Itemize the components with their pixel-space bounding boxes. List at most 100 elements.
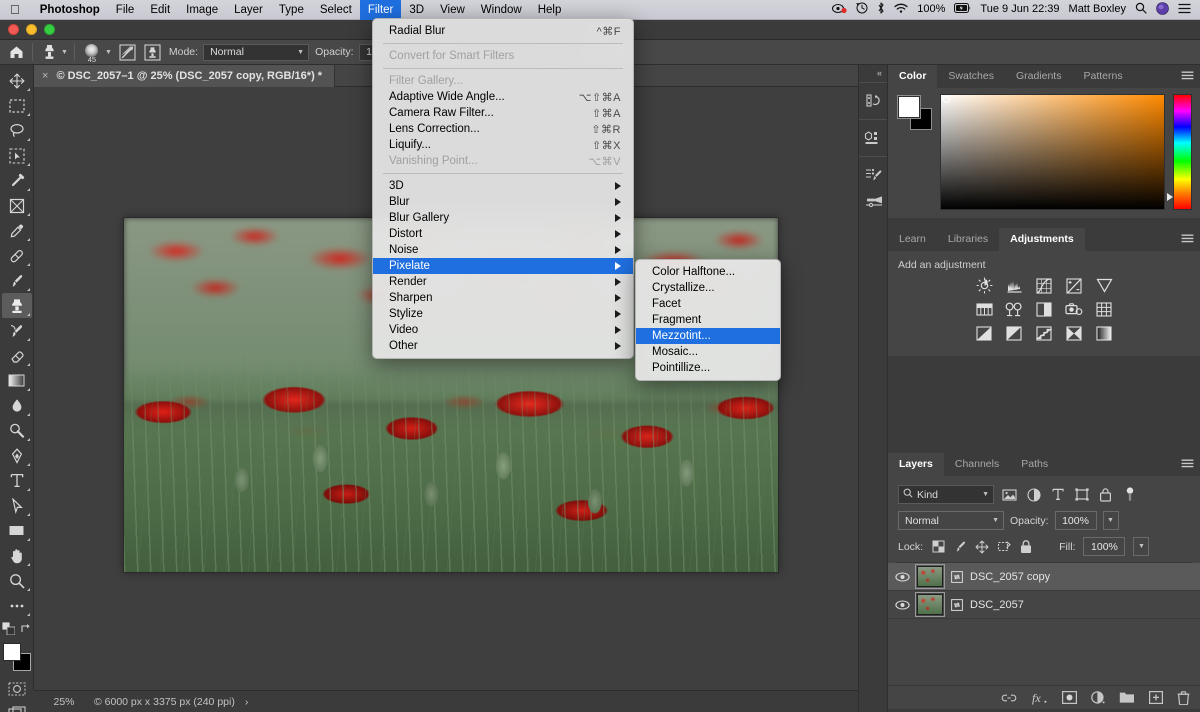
menu-item-video[interactable]: Video bbox=[373, 322, 633, 338]
menu-view[interactable]: View bbox=[432, 0, 473, 20]
type-tool[interactable] bbox=[2, 468, 32, 493]
collapse-panels-icon[interactable]: « bbox=[859, 65, 887, 82]
layer-styles-fx-icon[interactable]: fx bbox=[1031, 691, 1048, 705]
adjustment-filter-icon[interactable] bbox=[1025, 486, 1042, 503]
spot-healing-brush-tool[interactable] bbox=[2, 243, 32, 268]
layer-fill-field[interactable]: 100% bbox=[1083, 537, 1126, 556]
hue-saturation-icon[interactable] bbox=[975, 301, 994, 318]
tab-adjustments[interactable]: Adjustments bbox=[999, 228, 1085, 251]
submenu-item-mosaic[interactable]: Mosaic... bbox=[636, 344, 780, 360]
tab-learn[interactable]: Learn bbox=[888, 228, 937, 251]
hue-slider[interactable] bbox=[1167, 94, 1192, 210]
tab-swatches[interactable]: Swatches bbox=[937, 65, 1005, 88]
menu-item-other[interactable]: Other bbox=[373, 338, 633, 354]
screen-recording-icon[interactable] bbox=[832, 3, 847, 17]
object-selection-tool[interactable] bbox=[2, 143, 32, 168]
home-icon[interactable] bbox=[6, 42, 26, 62]
brush-settings-panel-icon[interactable] bbox=[118, 42, 138, 62]
submenu-item-mezzotint[interactable]: Mezzotint... bbox=[636, 328, 780, 344]
brush-settings-icon[interactable] bbox=[859, 162, 889, 188]
submenu-item-facet[interactable]: Facet bbox=[636, 296, 780, 312]
layer-thumbnail[interactable] bbox=[915, 592, 945, 617]
black-white-icon[interactable] bbox=[1035, 301, 1054, 318]
marquee-tool[interactable] bbox=[2, 93, 32, 118]
active-tool-preset-button[interactable]: ▼ bbox=[39, 42, 68, 62]
photo-filter-icon[interactable] bbox=[1065, 301, 1084, 318]
vibrance-icon[interactable] bbox=[1095, 277, 1114, 294]
layer-kind-filter[interactable]: Kind ▼ bbox=[898, 485, 994, 504]
apple-logo-icon[interactable]:  bbox=[0, 3, 32, 16]
crop-tool[interactable] bbox=[2, 168, 32, 193]
brush-preset-picker[interactable]: 45 ▼ bbox=[81, 41, 112, 64]
battery-icon[interactable] bbox=[954, 3, 971, 16]
menu-item-adaptive-wide-angle[interactable]: Adaptive Wide Angle... ⌥⇧⌘A bbox=[373, 89, 633, 105]
menu-item-radial-blur[interactable]: Radial Blur ^⌘F bbox=[373, 23, 633, 39]
lock-position-icon[interactable] bbox=[975, 540, 989, 554]
delete-layer-icon[interactable] bbox=[1177, 690, 1190, 705]
blend-mode-select[interactable]: Normal ▼ bbox=[203, 43, 310, 61]
menu-item-pixelate[interactable]: Pixelate bbox=[373, 258, 633, 274]
quick-mask-mode-icon[interactable] bbox=[2, 676, 32, 701]
smart-object-filter-icon[interactable] bbox=[1097, 486, 1114, 503]
history-brush-tool[interactable] bbox=[2, 318, 32, 343]
foreground-color-swatch[interactable] bbox=[2, 643, 21, 661]
control-center-icon[interactable] bbox=[1178, 3, 1191, 17]
menu-item-sharpen[interactable]: Sharpen bbox=[373, 290, 633, 306]
gradient-tool[interactable] bbox=[2, 368, 32, 393]
filter-menu[interactable]: Radial Blur ^⌘F Convert for Smart Filter… bbox=[372, 18, 634, 359]
menu-item-blur[interactable]: Blur bbox=[373, 194, 633, 210]
channel-mixer-icon[interactable] bbox=[1095, 301, 1114, 318]
tab-layers[interactable]: Layers bbox=[888, 453, 944, 476]
filter-toggle-icon[interactable] bbox=[1121, 486, 1138, 503]
panel-menu-icon[interactable] bbox=[1181, 71, 1194, 83]
add-mask-icon[interactable] bbox=[1062, 691, 1077, 704]
tab-gradients[interactable]: Gradients bbox=[1005, 65, 1073, 88]
brightness-contrast-icon[interactable] bbox=[975, 277, 994, 294]
menu-item-blur-gallery[interactable]: Blur Gallery bbox=[373, 210, 633, 226]
foreground-background-colors[interactable] bbox=[2, 642, 32, 672]
submenu-item-color-halftone[interactable]: Color Halftone... bbox=[636, 264, 780, 280]
path-selection-tool[interactable] bbox=[2, 493, 32, 518]
history-panel-icon[interactable] bbox=[859, 88, 889, 114]
spotlight-search-icon[interactable] bbox=[1135, 2, 1147, 17]
layer-thumbnail[interactable] bbox=[915, 564, 945, 589]
clone-stamp-tool[interactable] bbox=[1, 293, 32, 318]
menu-layer[interactable]: Layer bbox=[226, 0, 271, 20]
zoom-level[interactable]: 25% bbox=[34, 696, 94, 708]
tab-paths[interactable]: Paths bbox=[1010, 453, 1059, 476]
submenu-item-pointillize[interactable]: Pointillize... bbox=[636, 360, 780, 376]
menu-3d[interactable]: 3D bbox=[401, 0, 432, 20]
lock-transparency-icon[interactable] bbox=[931, 540, 945, 554]
tab-color[interactable]: Color bbox=[888, 65, 938, 88]
menu-photoshop[interactable]: Photoshop bbox=[32, 0, 108, 20]
layers-empty-area[interactable] bbox=[888, 619, 1200, 685]
menu-item-liquify[interactable]: Liquify... ⇧⌘X bbox=[373, 137, 633, 153]
levels-icon[interactable] bbox=[1005, 277, 1024, 294]
layer-row-dsc-2057[interactable]: DSC_2057 bbox=[888, 591, 1200, 619]
type-filter-icon[interactable] bbox=[1049, 486, 1066, 503]
layer-blend-mode-select[interactable]: Normal ▼ bbox=[898, 511, 1004, 530]
menu-item-noise[interactable]: Noise bbox=[373, 242, 633, 258]
menu-item-3d[interactable]: 3D bbox=[373, 178, 633, 194]
move-tool[interactable] bbox=[2, 68, 32, 93]
eye-icon[interactable] bbox=[894, 571, 910, 582]
color-panel-foreground-swatch[interactable] bbox=[898, 96, 920, 118]
eyedropper-tool[interactable] bbox=[2, 218, 32, 243]
menu-item-render[interactable]: Render bbox=[373, 274, 633, 290]
zoom-tool[interactable] bbox=[2, 568, 32, 593]
lasso-tool[interactable] bbox=[2, 118, 32, 143]
tab-channels[interactable]: Channels bbox=[944, 453, 1010, 476]
gradient-map-icon[interactable] bbox=[1095, 325, 1114, 342]
eraser-tool[interactable] bbox=[2, 343, 32, 368]
lock-all-icon[interactable] bbox=[1019, 539, 1033, 554]
menu-item-stylize[interactable]: Stylize bbox=[373, 306, 633, 322]
edit-toolbar-tool[interactable] bbox=[2, 593, 32, 618]
submenu-item-crystallize[interactable]: Crystallize... bbox=[636, 280, 780, 296]
menu-filter[interactable]: Filter bbox=[359, 0, 402, 20]
posterize-icon[interactable] bbox=[1035, 325, 1054, 342]
wifi-icon[interactable] bbox=[894, 3, 908, 17]
status-expand-icon[interactable]: › bbox=[245, 696, 249, 708]
blur-tool[interactable] bbox=[2, 393, 32, 418]
curves-icon[interactable] bbox=[1035, 277, 1054, 294]
new-layer-icon[interactable] bbox=[1149, 691, 1163, 704]
